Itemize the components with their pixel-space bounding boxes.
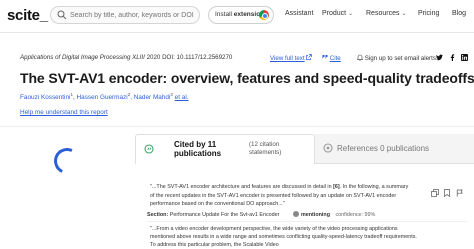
nav-label: Blog	[452, 10, 467, 17]
tab-references-label: References 0 publications	[337, 144, 430, 153]
citation-reference-marker: [6]	[333, 184, 340, 190]
author-link[interactable]: Hassen Guermazi	[77, 94, 128, 101]
tab-cited-by[interactable]: Cited by 11 publications (12 citation st…	[135, 134, 315, 164]
citation-tabs: Cited by 11 publications (12 citation st…	[135, 134, 474, 164]
citation-type-badge[interactable]: mentioning	[292, 211, 330, 218]
citation-confidence: confidence: 99%	[335, 212, 376, 218]
author-affiliation-mark: 2	[127, 92, 131, 97]
flag-icon[interactable]	[456, 189, 464, 197]
email-alerts-button[interactable]: Sign up to set email alerts	[356, 54, 436, 62]
citation-section-info: Section: Performance Update For the Svt-…	[147, 211, 375, 218]
search-icon	[57, 10, 67, 20]
loading-spinner	[50, 144, 84, 178]
view-full-text-link[interactable]: View full text	[270, 54, 313, 62]
bookmark-icon[interactable]	[443, 189, 451, 198]
citation-statement-list: "...The SVT-AV1 encoder architecture and…	[135, 170, 474, 248]
chevron-down-icon: ⌄	[401, 11, 407, 17]
section-name: Performance Update For the Svt-av1 Encod…	[169, 212, 280, 218]
scite-logo[interactable]: scite_	[7, 7, 48, 24]
install-label: Install	[215, 11, 234, 18]
author-affiliation-mark: 1	[70, 92, 73, 97]
citation-text-before: "...The SVT-AV1 encoder architecture and…	[150, 184, 334, 190]
view-full-text-label: View full text	[270, 55, 305, 62]
references-icon	[323, 143, 333, 153]
quote-icon	[322, 55, 328, 59]
nav-assistant[interactable]: Assistant	[285, 10, 313, 17]
author-link[interactable]: Nader Mahdi	[134, 94, 171, 101]
citation-actions	[431, 184, 471, 198]
citation-divider	[147, 221, 467, 222]
nav-pricing[interactable]: Pricing	[418, 10, 439, 17]
search-input[interactable]	[70, 9, 198, 22]
top-navigation-bar: scite_ Install extension! Assistant Prod…	[0, 0, 474, 33]
nav-label: Resources	[366, 10, 400, 17]
tab-cited-by-label: Cited by 11 publications	[174, 140, 222, 158]
publication-year: 2020	[146, 54, 161, 61]
paper-title-text: The SVT-AV1 encoder: overview, features …	[20, 70, 474, 86]
et-al-link[interactable]: et al.	[175, 94, 189, 101]
section-label: Section:	[147, 212, 169, 218]
nav-label: Product	[322, 10, 347, 17]
linkedin-icon[interactable]	[461, 54, 468, 61]
citation-statements-count: (12 citation statements)	[249, 141, 282, 156]
mentioning-icon	[292, 211, 299, 217]
email-alerts-label: Sign up to set email alerts	[364, 55, 436, 62]
chevron-down-icon: ⌄	[348, 11, 354, 17]
paper-title: The SVT-AV1 encoder: overview, features …	[20, 70, 474, 86]
section-divider	[0, 126, 474, 127]
cite-button[interactable]: Cite	[322, 54, 341, 62]
citation-type-label: mentioning	[300, 212, 330, 218]
chrome-icon	[259, 10, 269, 20]
author-affiliation-mark: 3	[170, 92, 173, 97]
journal-name: Applications of Digital Image Processing…	[20, 54, 145, 61]
install-extension-button[interactable]: Install extension!	[208, 6, 274, 24]
cite-label: Cite	[329, 55, 341, 62]
citation-statement-text: "...From a video encoder development per…	[150, 226, 417, 248]
help-understand-report-link[interactable]: Help me understand this report	[20, 109, 108, 116]
search-box[interactable]	[50, 6, 200, 24]
copy-icon[interactable]	[431, 189, 439, 197]
twitter-icon[interactable]	[436, 54, 443, 61]
nav-blog[interactable]: Blog	[452, 10, 466, 17]
nav-label: Pricing	[418, 10, 440, 17]
author-link[interactable]: Faouzi Kossentini	[20, 94, 70, 101]
doi: DOI: 10.1117/12.2569270	[162, 54, 233, 61]
nav-product[interactable]: Product ⌄	[322, 10, 353, 17]
bell-icon	[356, 54, 364, 61]
citation-statement-text: "...The SVT-AV1 encoder architecture and…	[150, 183, 410, 209]
paper-meta: Applications of Digital Image Processing…	[20, 54, 232, 61]
author-list: Faouzi Kossentini1, Hassen Guermazi2, Na…	[20, 92, 189, 102]
external-link-icon	[306, 54, 313, 60]
facebook-icon[interactable]	[449, 54, 456, 61]
citation-bubble-icon	[144, 144, 154, 154]
nav-label: Assistant	[285, 10, 314, 17]
nav-resources[interactable]: Resources ⌄	[366, 10, 407, 17]
tab-references[interactable]: References 0 publications	[315, 134, 474, 164]
